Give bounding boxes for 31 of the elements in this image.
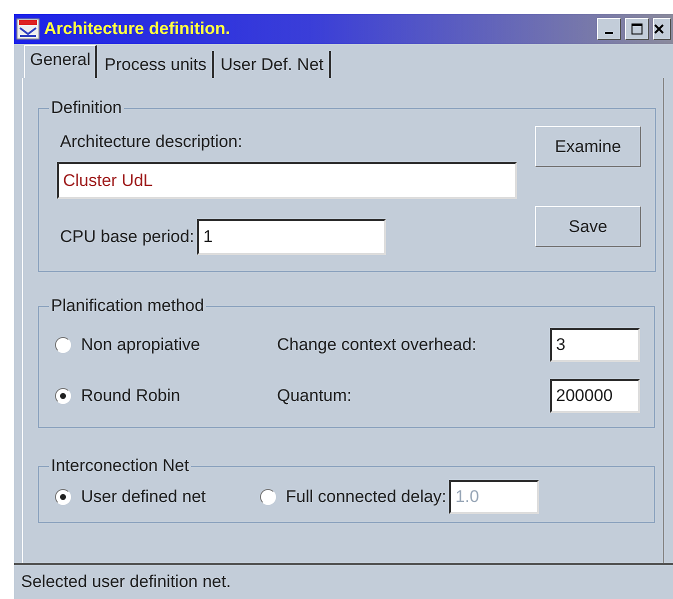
maximize-button[interactable] bbox=[625, 18, 649, 40]
action-button[interactable]: Save bbox=[535, 206, 641, 247]
minimize-button[interactable] bbox=[597, 18, 621, 40]
group-title: Interconection Net bbox=[50, 456, 190, 476]
tab[interactable]: General bbox=[24, 45, 98, 78]
option-label: User defined net bbox=[81, 487, 206, 507]
field-label: CPU base period: bbox=[60, 227, 194, 247]
close-icon bbox=[654, 24, 664, 34]
number-field[interactable]: 200000 bbox=[550, 379, 640, 413]
window-title: Architecture definition. bbox=[44, 19, 232, 39]
radio-button[interactable] bbox=[260, 489, 276, 505]
radio-button[interactable] bbox=[55, 337, 71, 353]
field-label: Change context overhead: bbox=[277, 335, 476, 355]
field-label: Quantum: bbox=[277, 386, 352, 406]
field-label: Architecture description: bbox=[60, 132, 244, 152]
option-label: Full connected delay: bbox=[286, 487, 446, 507]
group-title: Planification method bbox=[50, 296, 206, 316]
option-label: Round Robin bbox=[81, 386, 180, 406]
minimize-icon bbox=[605, 32, 613, 34]
radio-button[interactable] bbox=[55, 489, 71, 505]
cpu-period-field[interactable]: 1 bbox=[197, 219, 386, 255]
number-field[interactable]: 3 bbox=[550, 328, 640, 362]
status-text: Selected user definition net. bbox=[21, 572, 231, 592]
close-button[interactable] bbox=[653, 18, 671, 40]
description-field[interactable]: Cluster UdL bbox=[57, 162, 517, 199]
radio-button[interactable] bbox=[55, 388, 71, 404]
group-title: Definition bbox=[50, 98, 123, 118]
app-icon bbox=[16, 18, 40, 40]
action-button[interactable]: Examine bbox=[535, 126, 641, 167]
option-label: Non apropiative bbox=[81, 335, 200, 355]
maximize-icon bbox=[631, 23, 643, 35]
